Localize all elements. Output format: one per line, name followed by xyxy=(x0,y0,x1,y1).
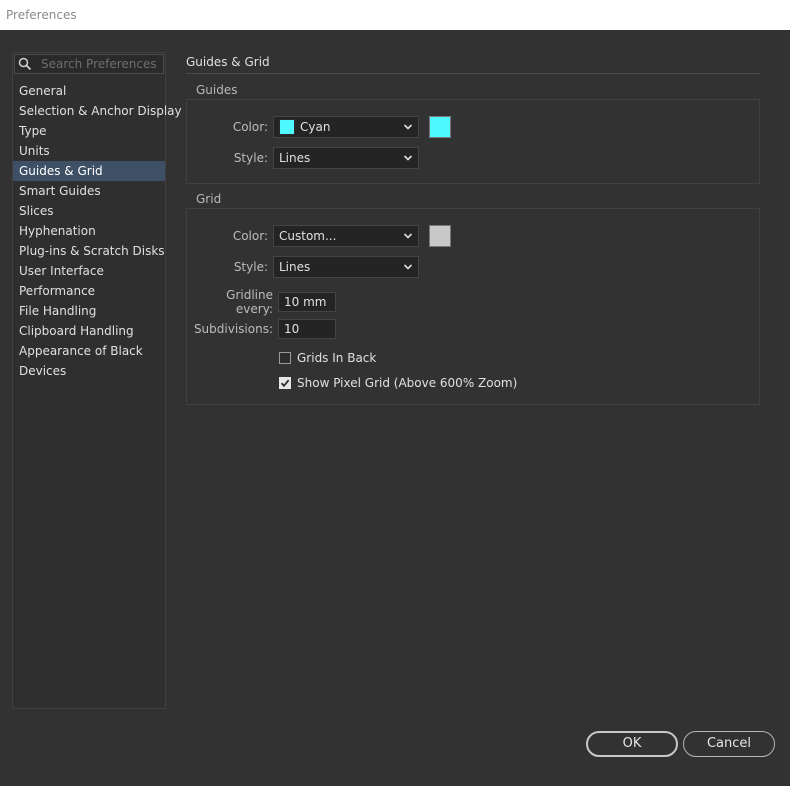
grid-style-value: Lines xyxy=(279,260,311,274)
sidebar-item-clipboard-handling[interactable]: Clipboard Handling xyxy=(13,321,165,341)
grids-in-back-box[interactable] xyxy=(279,352,291,364)
show-pixel-grid-box[interactable] xyxy=(279,377,291,389)
sidebar-item-general[interactable]: General xyxy=(13,81,165,101)
sidebar-item-units[interactable]: Units xyxy=(13,141,165,161)
grid-color-row: Color: Custom... xyxy=(187,225,451,247)
grid-color-value: Custom... xyxy=(279,229,337,243)
cancel-button[interactable]: Cancel xyxy=(683,731,775,757)
grid-color-chip[interactable] xyxy=(429,225,451,247)
guides-color-label: Color: xyxy=(232,120,268,134)
category-list: General Selection & Anchor Display Type … xyxy=(13,81,182,381)
title-divider xyxy=(186,73,760,74)
guides-group-label: Guides xyxy=(196,83,238,97)
guides-style-label: Style: xyxy=(233,151,268,165)
subdivisions-field[interactable]: 10 xyxy=(278,319,336,339)
chevron-down-icon xyxy=(403,121,413,136)
gridline-row: Gridline every: 10 mm xyxy=(187,288,336,316)
subdivisions-row: Subdivisions: 10 xyxy=(187,319,336,339)
guides-color-swatch-inline xyxy=(279,119,295,135)
search-box[interactable] xyxy=(14,54,164,74)
sidebar-item-devices[interactable]: Devices xyxy=(13,361,165,381)
chevron-down-icon xyxy=(403,230,413,245)
sidebar-item-type[interactable]: Type xyxy=(13,121,165,141)
grids-in-back-label: Grids In Back xyxy=(297,351,377,365)
sidebar-item-file-handling[interactable]: File Handling xyxy=(13,301,165,321)
checkmark-icon xyxy=(280,379,290,388)
grid-style-label: Style: xyxy=(233,260,268,274)
subdivisions-label: Subdivisions: xyxy=(193,322,273,336)
grid-style-row: Style: Lines xyxy=(187,256,419,278)
sidebar-item-slices[interactable]: Slices xyxy=(13,201,165,221)
grid-style-select[interactable]: Lines xyxy=(273,256,419,278)
guides-style-select[interactable]: Lines xyxy=(273,147,419,169)
sidebar-item-user-interface[interactable]: User Interface xyxy=(13,261,165,281)
guides-color-value: Cyan xyxy=(300,120,331,134)
sidebar-item-plugins-scratch-disks[interactable]: Plug-ins & Scratch Disks xyxy=(13,241,165,261)
grid-group-label: Grid xyxy=(196,192,222,206)
grid-color-label: Color: xyxy=(232,229,268,243)
show-pixel-grid-checkbox[interactable]: Show Pixel Grid (Above 600% Zoom) xyxy=(279,376,517,390)
chevron-down-icon xyxy=(403,261,413,276)
guides-color-select[interactable]: Cyan xyxy=(273,116,419,138)
guides-color-chip[interactable] xyxy=(429,116,451,138)
page-title: Guides & Grid xyxy=(186,55,270,69)
sidebar-item-appearance-of-black[interactable]: Appearance of Black xyxy=(13,341,165,361)
guides-style-row: Style: Lines xyxy=(187,147,419,169)
preferences-sidebar: General Selection & Anchor Display Type … xyxy=(12,52,182,709)
window-title: Preferences xyxy=(0,0,790,30)
search-icon xyxy=(15,54,35,74)
guides-style-value: Lines xyxy=(279,151,311,165)
grids-in-back-checkbox[interactable]: Grids In Back xyxy=(279,351,376,365)
show-pixel-grid-label: Show Pixel Grid (Above 600% Zoom) xyxy=(297,376,518,390)
guides-group: Guides Color: Cyan Style: Lines xyxy=(186,83,760,184)
chevron-down-icon xyxy=(403,152,413,167)
sidebar-item-guides-grid[interactable]: Guides & Grid xyxy=(13,161,165,181)
gridline-label: Gridline every: xyxy=(226,288,273,316)
sidebar-item-smart-guides[interactable]: Smart Guides xyxy=(13,181,165,201)
preferences-panel: Guides & Grid Guides Color: Cyan Style: … xyxy=(186,52,760,405)
sidebar-item-selection-anchor-display[interactable]: Selection & Anchor Display xyxy=(13,101,182,121)
guides-color-row: Color: Cyan xyxy=(187,116,451,138)
sidebar-item-hyphenation[interactable]: Hyphenation xyxy=(13,221,165,241)
sidebar-item-performance[interactable]: Performance xyxy=(13,281,165,301)
search-input[interactable] xyxy=(35,57,161,71)
grid-color-select[interactable]: Custom... xyxy=(273,225,419,247)
ok-button[interactable]: OK xyxy=(586,731,678,757)
gridline-every-field[interactable]: 10 mm xyxy=(278,292,336,312)
grid-group: Grid Color: Custom... Style: Lines Gridl… xyxy=(186,192,760,405)
